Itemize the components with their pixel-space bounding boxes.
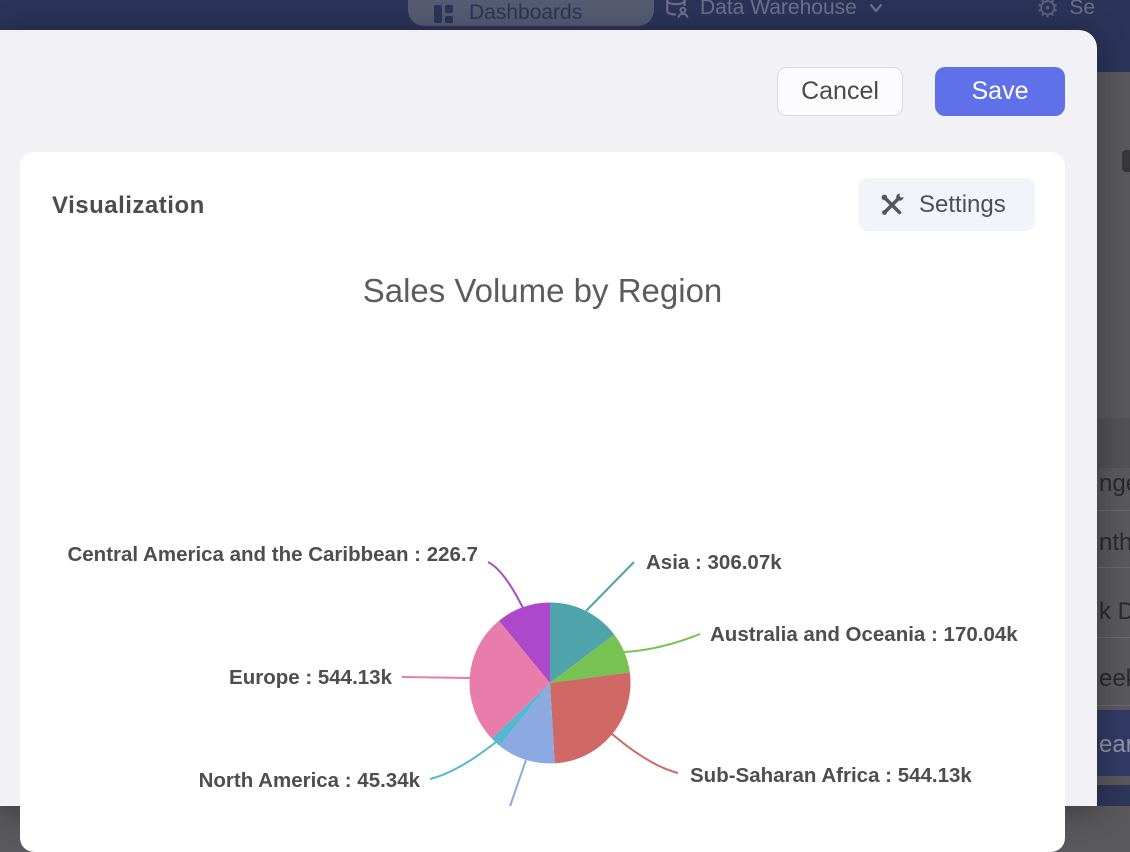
backdrop-list-item[interactable]: nge xyxy=(1099,470,1130,498)
backdrop-band xyxy=(1097,418,1130,468)
visualization-card: Visualization Settings Sales Volume by R… xyxy=(20,152,1065,852)
cancel-button[interactable]: Cancel xyxy=(777,67,903,116)
nav-item-data-warehouse-label: Data Warehouse xyxy=(700,0,857,20)
nav-tab-dashboards[interactable]: Dashboards xyxy=(408,0,654,26)
nav-item-data-warehouse[interactable]: Data Warehouse xyxy=(664,0,885,30)
backdrop-list-item[interactable]: nth xyxy=(1099,529,1130,557)
edit-visualization-modal: Cancel Save Visualization Settings Sales… xyxy=(0,30,1097,806)
nav-tab-dashboards-label: Dashboards xyxy=(469,1,582,27)
backdrop-navy-fragment xyxy=(1097,785,1130,806)
divider xyxy=(1097,510,1130,511)
backdrop-list-item[interactable]: k D xyxy=(1099,598,1130,626)
card-title: Visualization xyxy=(52,192,205,220)
nav-item-settings[interactable]: ⚙ Se xyxy=(1036,0,1095,30)
chart-settings-button[interactable]: Settings xyxy=(858,178,1035,231)
tools-icon xyxy=(878,191,906,219)
backdrop-selected-item[interactable]: ear xyxy=(1097,710,1130,776)
divider xyxy=(1097,705,1130,706)
divider xyxy=(1097,567,1130,568)
chevron-down-icon xyxy=(867,0,885,17)
chart-settings-label: Settings xyxy=(919,191,1006,219)
dimmed-backdrop-strip: nge nth k D eek ear xyxy=(1097,72,1130,806)
backdrop-list-item[interactable]: eek xyxy=(1099,665,1130,693)
divider xyxy=(1097,637,1130,638)
save-button[interactable]: Save xyxy=(935,67,1065,116)
database-icon xyxy=(664,0,690,21)
backdrop-button-fragment xyxy=(1122,150,1130,172)
chart-title: Sales Volume by Region xyxy=(20,272,1065,310)
nav-item-settings-label: Se xyxy=(1069,0,1095,20)
gear-icon: ⚙ xyxy=(1036,0,1059,21)
backdrop-selected-label: ear xyxy=(1099,731,1130,759)
dashboard-icon xyxy=(432,2,456,26)
